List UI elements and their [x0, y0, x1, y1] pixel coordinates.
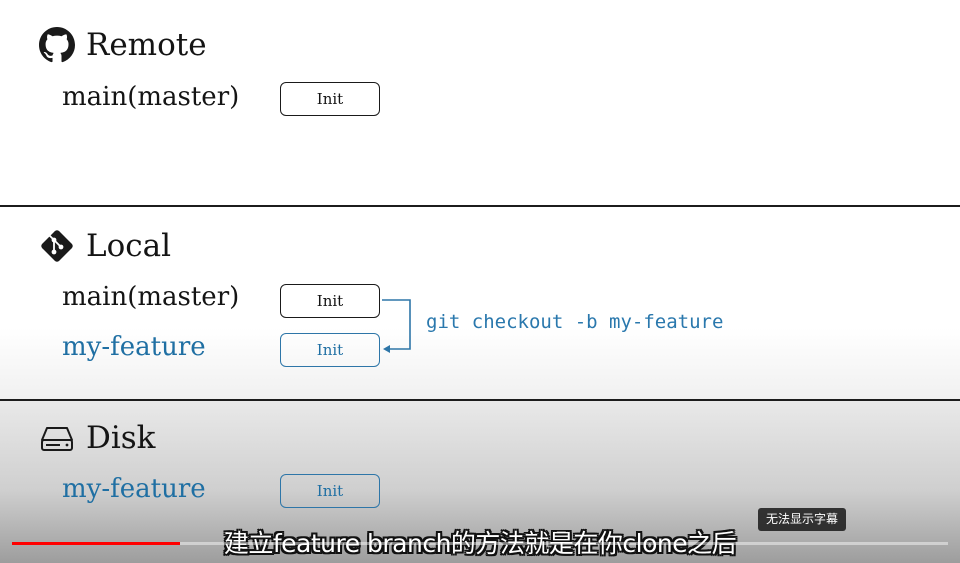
local-commit-feature-init: Init [280, 333, 380, 367]
git-icon [38, 227, 76, 265]
local-branch-main: main(master) [62, 282, 240, 312]
disk-heading: Disk [38, 419, 155, 457]
remote-heading: Remote [38, 26, 207, 64]
progress-bar-fill [12, 542, 181, 545]
checkout-arrow [382, 299, 411, 353]
remote-section: Remote main(master) Init [0, 0, 960, 205]
local-branch-my-feature: my-feature [62, 332, 206, 362]
disk-title: Disk [86, 420, 156, 456]
progress-bar[interactable] [12, 542, 948, 545]
local-commit-main-init: Init [280, 284, 380, 318]
local-heading: Local [38, 227, 171, 265]
remote-commit-init: Init [280, 82, 380, 116]
disk-branch-my-feature: my-feature [62, 474, 206, 504]
remote-branch-main: main(master) [62, 82, 240, 112]
github-icon [38, 26, 76, 64]
local-title: Local [86, 228, 172, 264]
disk-commit-init: Init [280, 474, 380, 508]
disk-drive-icon [38, 419, 76, 457]
remote-title: Remote [86, 27, 207, 63]
checkout-command: git checkout -b my-feature [426, 311, 724, 333]
